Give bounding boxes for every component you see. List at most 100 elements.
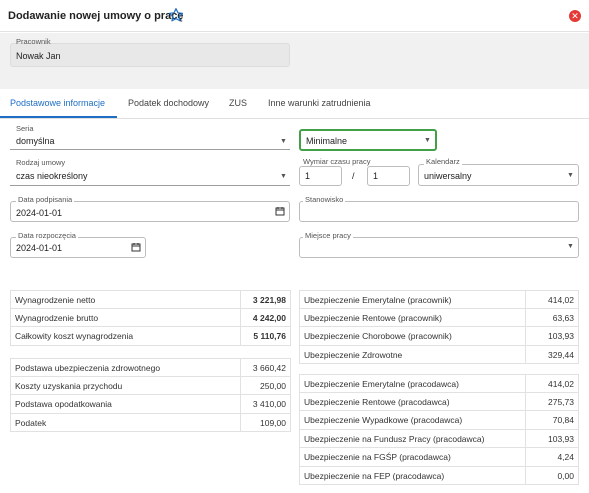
column-divider <box>525 291 526 308</box>
start-date-label: Data rozpoczęcia <box>16 231 78 240</box>
column-divider <box>525 375 526 392</box>
summary-value: 4,24 <box>557 452 574 462</box>
summary-row: Ubezpieczenie Emerytalne (pracownik) 414,… <box>299 290 579 309</box>
summary-value: 63,63 <box>552 312 574 323</box>
summary-row: Podstawa ubezpieczenia zdrowotnego 3 660,… <box>10 358 291 377</box>
workplace-label: Miejsce pracy <box>303 231 353 240</box>
close-circle-icon[interactable]: ✕ <box>569 10 581 22</box>
summary-value: 250,00 <box>260 380 286 391</box>
summary-value: 70,84 <box>552 415 574 425</box>
signing-date-label: Data podpisania <box>16 195 75 204</box>
column-divider <box>240 327 241 345</box>
summary-value: 3 660,42 <box>252 363 286 373</box>
column-divider <box>240 359 241 376</box>
work-time-denominator-value: 1 <box>373 171 379 181</box>
summary-label: Podstawa ubezpieczenia zdrowotnego <box>15 363 161 373</box>
summary-row: Wynagrodzenie netto 3 221,98 <box>10 290 291 309</box>
signing-date-value: 2024-01-01 <box>16 208 63 218</box>
position-input[interactable] <box>299 201 579 222</box>
summary-label: Całkowity koszt wynagrodzenia <box>15 331 134 341</box>
start-date-value: 2024-01-01 <box>16 243 63 253</box>
column-divider <box>240 308 241 326</box>
summary-label: Ubezpieczenie Emerytalne (pracownik) <box>304 295 452 305</box>
column-divider <box>525 392 526 410</box>
summary-row: Ubezpieczenie na Fundusz Pracy (pracodaw… <box>299 429 579 448</box>
calendar-icon[interactable] <box>275 206 285 218</box>
tab-basic-info[interactable]: Podstawowe informacje <box>10 98 105 108</box>
tab-income-tax[interactable]: Podatek dochodowy <box>128 98 209 108</box>
summary-label: Ubezpieczenie Wypadkowe (pracodawca) <box>304 415 463 425</box>
chevron-down-icon: ▼ <box>567 172 574 179</box>
summary-value: 329,44 <box>548 349 574 360</box>
seria-value: domyślna <box>16 136 55 146</box>
workplace-select[interactable] <box>299 237 579 258</box>
summary-row: Koszty uzyskania przychodu 250,00 <box>10 376 291 395</box>
tab-other-conditions[interactable]: Inne warunki zatrudnienia <box>268 98 371 108</box>
work-time-numerator-value: 1 <box>305 171 311 181</box>
summary-row: Podstawa opodatkowania 3 410,00 <box>10 395 291 414</box>
summary-value: 3 221,98 <box>252 295 286 305</box>
column-divider <box>525 411 526 429</box>
summary-row: Podatek 109,00 <box>10 413 291 432</box>
star-outline-icon[interactable] <box>168 7 184 23</box>
column-divider <box>240 395 241 413</box>
summary-value: 414,02 <box>548 295 574 305</box>
summary-label: Ubezpieczenie Rentowe (pracodawca) <box>304 396 450 407</box>
summary-label: Ubezpieczenie na Fundusz Pracy (pracodaw… <box>304 433 485 444</box>
chevron-down-icon: ▼ <box>280 173 287 180</box>
summary-value: 103,93 <box>548 433 574 444</box>
column-divider <box>525 448 526 466</box>
minimalne-value: Minimalne <box>306 136 348 146</box>
summary-label: Wynagrodzenie brutto <box>15 312 99 323</box>
column-divider <box>240 376 241 394</box>
summary-label: Ubezpieczenie Emerytalne (pracodawca) <box>304 379 459 389</box>
summary-value: 5 110,76 <box>253 331 286 341</box>
summary-row: Ubezpieczenie Rentowe (pracodawca) 275,73 <box>299 392 579 411</box>
column-divider <box>240 413 241 431</box>
summary-row: Całkowity koszt wynagrodzenia 5 110,76 <box>10 327 291 346</box>
tab-zus[interactable]: ZUS <box>229 98 247 108</box>
summary-row: Ubezpieczenie Zdrowotne 329,44 <box>299 345 579 364</box>
column-divider <box>525 429 526 447</box>
calendar-value: uniwersalny <box>424 171 472 181</box>
column-divider <box>525 466 526 484</box>
column-divider <box>240 291 241 308</box>
chevron-down-icon: ▼ <box>280 138 287 145</box>
summary-value: 109,00 <box>260 417 286 428</box>
work-time-label: Wymiar czasu pracy <box>303 157 371 166</box>
summary-value: 3 410,00 <box>252 399 286 409</box>
summary-value: 103,93 <box>548 331 574 341</box>
summary-row: Ubezpieczenie na FGŚP (pracodawca) 4,24 <box>299 448 579 467</box>
summary-label: Wynagrodzenie netto <box>15 295 96 305</box>
summary-label: Ubezpieczenie Chorobowe (pracownik) <box>304 331 452 341</box>
position-label: Stanowisko <box>303 195 346 204</box>
column-divider <box>525 327 526 345</box>
chevron-down-icon: ▼ <box>567 243 574 250</box>
summary-label: Ubezpieczenie na FEP (pracodawca) <box>304 470 445 481</box>
contract-type-label: Rodzaj umowy <box>16 158 66 167</box>
summary-row: Ubezpieczenie Emerytalne (pracodawca) 414… <box>299 374 579 393</box>
summary-value: 4 242,00 <box>252 312 286 323</box>
summary-row: Ubezpieczenie Wypadkowe (pracodawca) 70,8… <box>299 411 579 430</box>
contract-type-value: czas nieokreślony <box>16 171 88 181</box>
chevron-down-icon: ▼ <box>424 137 431 144</box>
calendar-icon[interactable] <box>131 242 141 254</box>
summary-row: Ubezpieczenie Chorobowe (pracownik) 103,9… <box>299 327 579 346</box>
summary-value: 0,00 <box>557 470 574 481</box>
summary-label: Ubezpieczenie Rentowe (pracownik) <box>304 312 442 323</box>
work-time-separator: / <box>352 171 355 181</box>
summary-label: Koszty uzyskania przychodu <box>15 380 123 391</box>
summary-label: Podatek <box>15 417 47 428</box>
active-tab-indicator <box>0 116 117 118</box>
summary-value: 275,73 <box>548 396 574 407</box>
seria-label: Seria <box>16 124 34 133</box>
employee-value: Nowak Jan <box>16 51 61 61</box>
column-divider <box>525 345 526 363</box>
dialog-title: Dodawanie nowej umowy o pracę <box>8 10 184 22</box>
summary-row: Ubezpieczenie na FEP (pracodawca) 0,00 <box>299 466 579 485</box>
summary-label: Ubezpieczenie na FGŚP (pracodawca) <box>304 452 451 462</box>
summary-row: Wynagrodzenie brutto 4 242,00 <box>10 308 291 327</box>
summary-label: Ubezpieczenie Zdrowotne <box>304 349 403 360</box>
summary-label: Podstawa opodatkowania <box>15 399 112 409</box>
column-divider <box>525 308 526 326</box>
